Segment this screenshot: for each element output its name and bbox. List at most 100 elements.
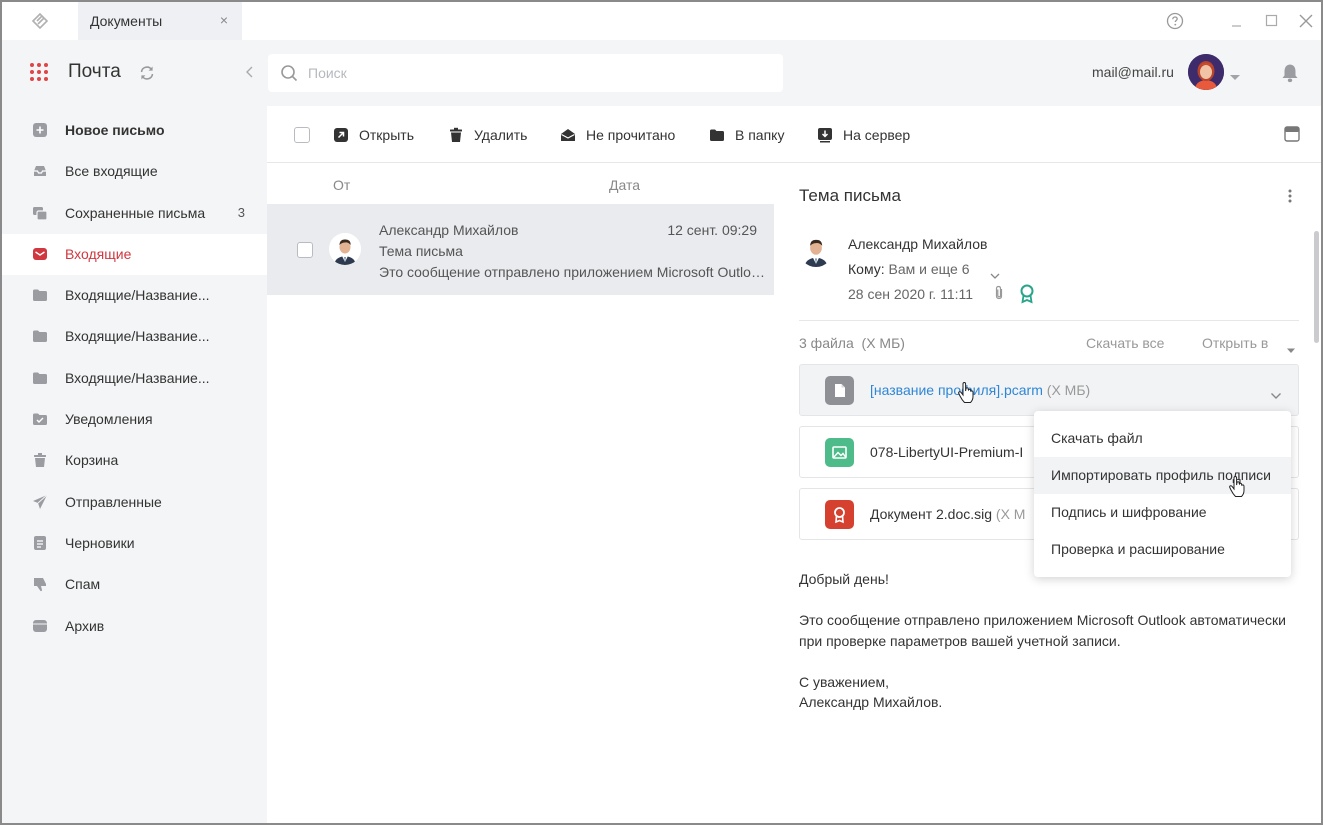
tab-close-icon[interactable]: ×	[220, 12, 228, 28]
recipients-label: Кому:	[848, 261, 885, 277]
folder-count-badge: 3	[237, 204, 245, 220]
server-download-icon	[817, 127, 833, 143]
folder-nav: Новое письмо Все входящие Сохраненные пи…	[2, 110, 267, 647]
folder-icon	[32, 328, 48, 344]
thumbs-down-icon	[32, 576, 48, 592]
menu-item-verify-decrypt[interactable]: Проверка и расширование	[1034, 531, 1291, 568]
paperclip-icon	[993, 285, 1005, 301]
search-input[interactable]	[308, 62, 768, 84]
scrollbar-thumb[interactable]	[1314, 231, 1319, 343]
folder-icon	[32, 370, 48, 386]
account-email[interactable]: mail@mail.ru	[1092, 64, 1174, 80]
tab-documents[interactable]: Документы ×	[78, 2, 242, 40]
mark-unread-button[interactable]: Не прочитано	[560, 106, 675, 163]
email-recipients: Кому: Вам и еще 6	[848, 261, 969, 277]
files-count: 3 файла	[799, 335, 854, 351]
search-icon	[280, 64, 298, 82]
to-server-button[interactable]: На сервер	[817, 106, 910, 163]
sidebar-item-subfolder-1[interactable]: Входящие/Название...	[2, 275, 267, 316]
attachment-filename[interactable]: 078-LibertyUI-Premium-I	[870, 444, 1023, 460]
sender-avatar	[329, 233, 361, 265]
recipients-value[interactable]: Вам и еще 6	[889, 261, 970, 277]
app-window: Документы × Почта Новое письмо Все входя…	[0, 0, 1323, 825]
sidebar-item-all-inbox[interactable]: Все входящие	[2, 151, 267, 192]
sidebar-item-label: Входящие/Название...	[65, 369, 210, 386]
sidebar-item-drafts[interactable]: Черновики	[2, 523, 267, 564]
chevron-down-icon[interactable]	[990, 266, 1000, 279]
search-box[interactable]	[268, 54, 783, 92]
attachment-name: Документ 2.doc.sig (Х М	[870, 506, 1025, 522]
sender-avatar	[799, 233, 833, 267]
body-paragraph: Это сообщение отправлено приложением Mic…	[799, 612, 1286, 649]
bell-icon[interactable]	[1281, 63, 1299, 83]
message-toolbar: Открыть Удалить Не прочитано В папку На …	[267, 106, 1321, 163]
close-window-icon[interactable]	[1297, 12, 1315, 30]
chevron-down-icon[interactable]	[1270, 387, 1282, 399]
sidebar-item-trash[interactable]: Корзина	[2, 440, 267, 481]
open-external-icon	[333, 127, 349, 143]
menu-item-sign-encrypt[interactable]: Подпись и шифрование	[1034, 494, 1291, 531]
select-all-checkbox[interactable]	[294, 127, 310, 143]
trash-icon	[32, 452, 48, 468]
refresh-icon[interactable]	[138, 64, 156, 82]
attachment-name: [название профиля].pcarm (Х МБ)	[870, 382, 1090, 398]
list-empty-area	[267, 295, 774, 823]
sidebar: Почта Новое письмо Все входящие Сохранен…	[2, 40, 267, 823]
sidebar-item-label: Отправленные	[65, 493, 162, 510]
move-to-folder-label: В папку	[735, 126, 785, 143]
delete-button[interactable]: Удалить	[448, 106, 527, 163]
sidebar-item-notifications[interactable]: Уведомления	[2, 399, 267, 440]
message-date: 12 сент. 09:29	[667, 222, 757, 238]
folder-check-icon	[32, 411, 48, 427]
sidebar-item-spam[interactable]: Спам	[2, 564, 267, 605]
chevron-down-icon[interactable]	[1229, 69, 1241, 80]
email-sender[interactable]: Александр Михайлов	[848, 236, 987, 252]
message-row[interactable]: Александр Михайлов 12 сент. 09:29 Тема п…	[267, 204, 774, 295]
sidebar-item-label: Корзина	[65, 452, 119, 469]
image-file-icon	[825, 438, 854, 467]
open-button[interactable]: Открыть	[333, 106, 414, 163]
collapse-sidebar-icon[interactable]	[243, 65, 255, 79]
attachment-item[interactable]: [название профиля].pcarm (Х МБ)	[799, 364, 1299, 416]
download-all-link[interactable]: Скачать все	[1086, 335, 1164, 351]
maximize-icon[interactable]	[1263, 12, 1281, 30]
apps-grid-icon[interactable]	[30, 63, 48, 81]
sidebar-item-label: Спам	[65, 576, 101, 593]
sidebar-item-label: Новое письмо	[65, 122, 165, 138]
mail-envelope-icon	[32, 246, 48, 262]
move-to-folder-button[interactable]: В папку	[709, 106, 784, 163]
more-options-icon[interactable]	[1287, 188, 1293, 204]
sidebar-item-label: Входящие/Название...	[65, 287, 210, 304]
menu-item-import-profile[interactable]: Импортировать профиль подписи	[1034, 457, 1291, 494]
minimize-icon[interactable]	[1228, 12, 1246, 30]
layout-toggle-icon[interactable]	[1284, 126, 1300, 142]
menu-item-download-file[interactable]: Скачать файл	[1034, 420, 1291, 457]
sidebar-item-label: Все входящие	[65, 163, 158, 180]
message-checkbox[interactable]	[297, 242, 313, 258]
certificate-icon[interactable]	[1019, 284, 1035, 304]
attachment-size: (Х М	[995, 506, 1026, 522]
app-title: Почта	[68, 61, 121, 82]
attachment-size: (Х МБ)	[1046, 382, 1091, 398]
sidebar-item-subfolder-3[interactable]: Входящие/Название...	[2, 358, 267, 399]
hand-cursor-icon	[1228, 475, 1246, 498]
chevron-down-icon[interactable]	[1286, 341, 1296, 353]
sidebar-item-inbox[interactable]: Входящие	[2, 233, 267, 276]
attachment-context-menu: Скачать файл Импортировать профиль подпи…	[1034, 411, 1291, 577]
open-in-dropdown[interactable]: Открыть в	[1202, 335, 1268, 351]
column-date[interactable]: Дата	[609, 177, 640, 193]
inbox-tray-icon	[32, 163, 48, 179]
trash-icon	[448, 127, 464, 143]
help-icon[interactable]	[1166, 12, 1184, 30]
email-subject: Тема письма	[799, 186, 901, 205]
attachment-filename[interactable]: Документ 2.doc.sig	[870, 506, 992, 522]
sidebar-item-sent[interactable]: Отправленные	[2, 482, 267, 523]
plus-square-icon	[32, 122, 48, 138]
top-bar: mail@mail.ru	[267, 40, 1321, 106]
sidebar-item-saved[interactable]: Сохраненные письма 3	[2, 193, 267, 234]
sidebar-item-new-mail[interactable]: Новое письмо	[2, 110, 267, 151]
sidebar-item-subfolder-2[interactable]: Входящие/Название...	[2, 316, 267, 357]
avatar[interactable]	[1188, 54, 1224, 90]
column-from[interactable]: От	[333, 177, 350, 193]
sidebar-item-archive[interactable]: Архив	[2, 606, 267, 647]
